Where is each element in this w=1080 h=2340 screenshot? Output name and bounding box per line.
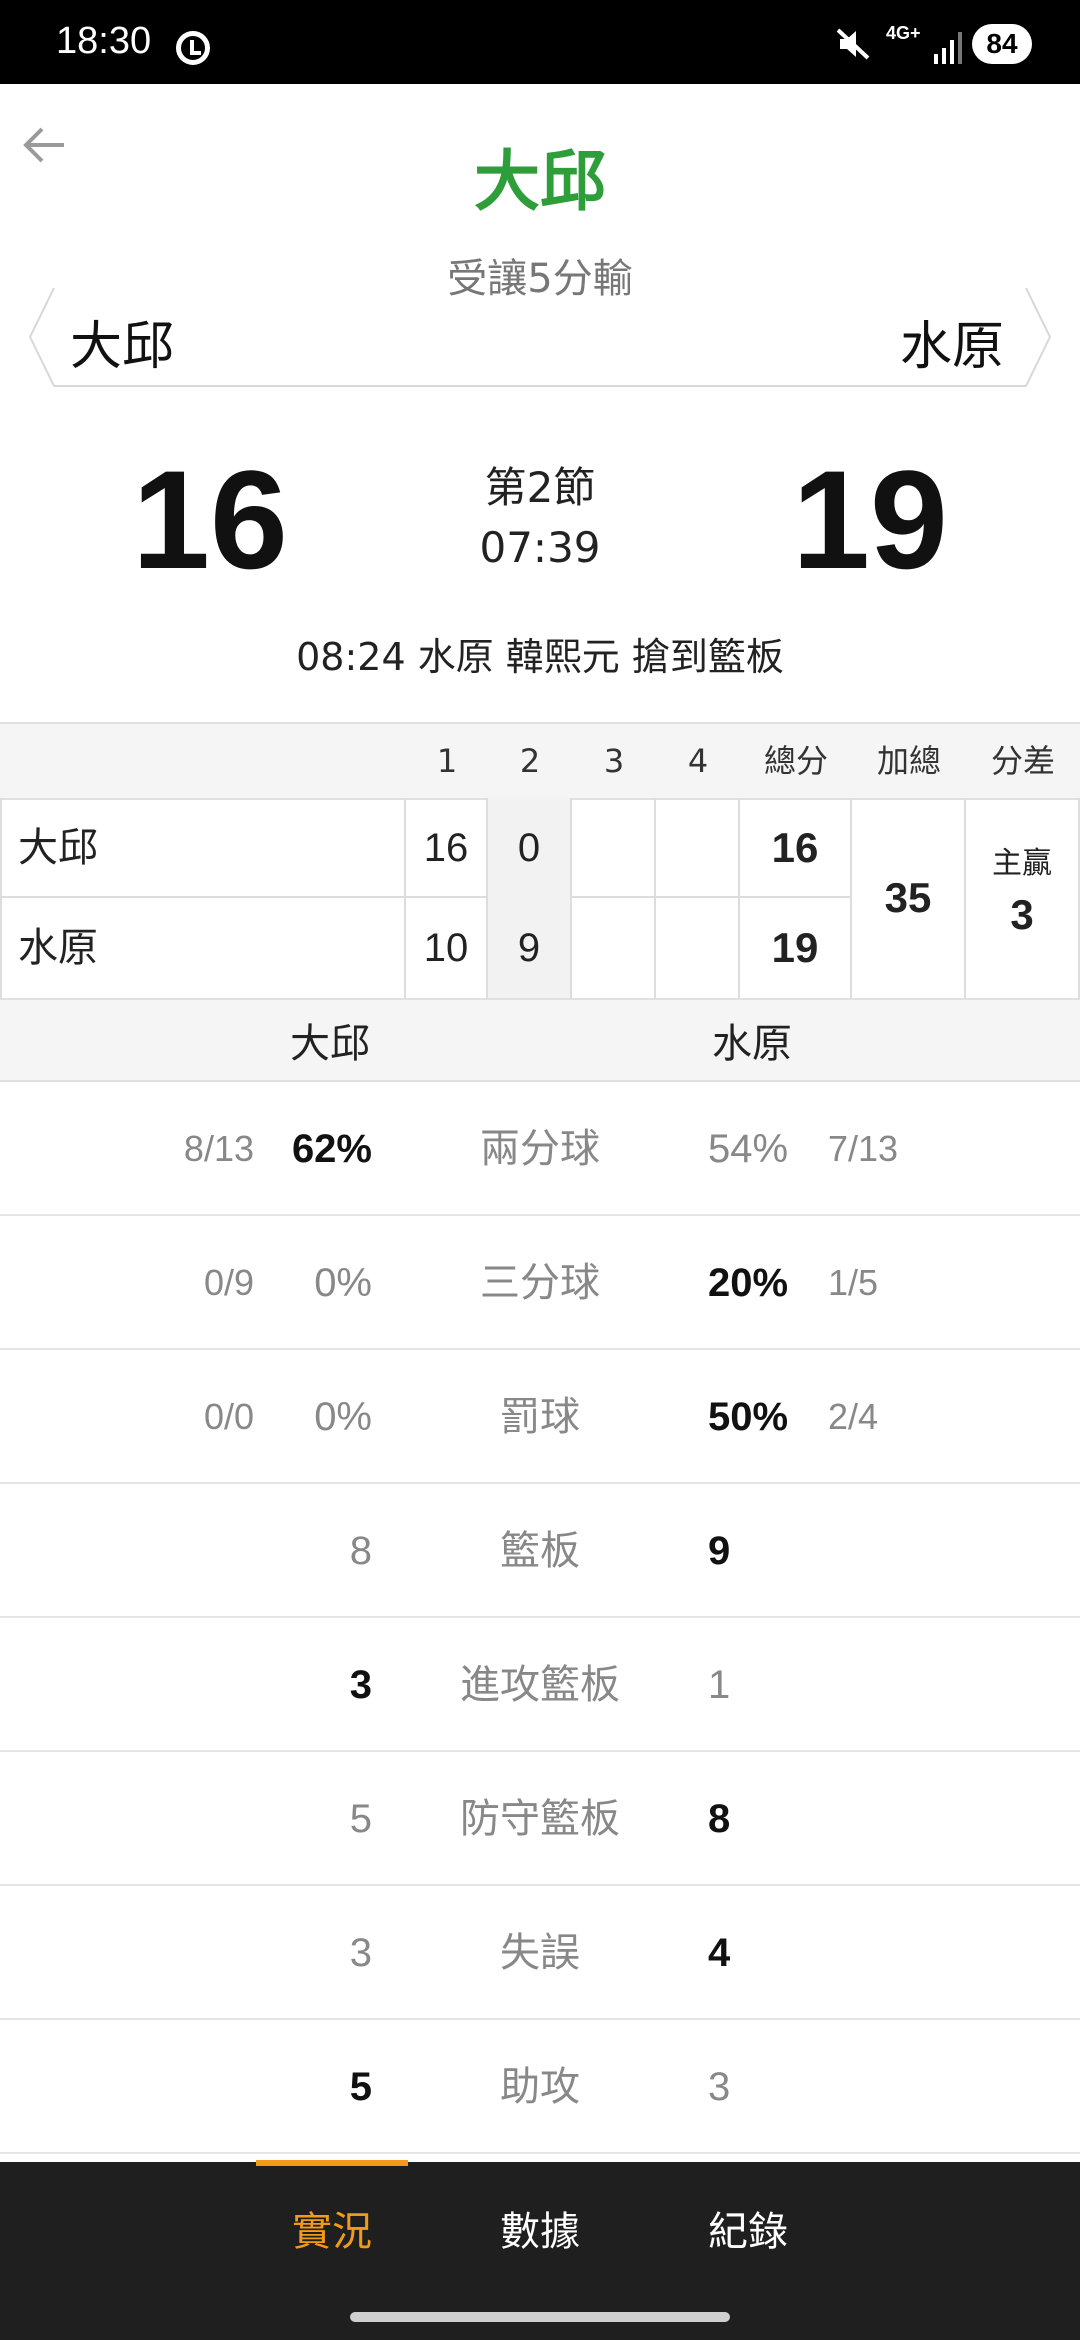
- stat-row-turnovers: 3 失誤 4: [0, 1886, 1080, 2020]
- stat-home-fraction: 0/0: [203, 1396, 254, 1437]
- tab-data[interactable]: 數據: [440, 2200, 640, 2264]
- quarter-table-header: 1 2 3 4 總分 加總 分差: [0, 722, 1080, 800]
- home-score: 16: [132, 441, 288, 598]
- stat-home-fraction: 0/9: [203, 1262, 254, 1303]
- header-q2: 2: [519, 742, 541, 780]
- stat-home-value: 5: [349, 1797, 372, 1841]
- stat-away-value: 1: [708, 1663, 731, 1707]
- diff-label: 主贏: [992, 846, 1052, 881]
- latest-play: 08:24 水原 韓熙元 搶到籃板: [296, 635, 784, 679]
- header-q1: 1: [436, 742, 458, 780]
- home-gesture-bar[interactable]: [350, 2312, 730, 2322]
- stat-away-value: 4: [708, 1931, 731, 1975]
- stat-home-value: 3: [349, 1663, 372, 1707]
- mute-icon: [836, 28, 870, 60]
- active-tab-indicator: [256, 2160, 408, 2166]
- stat-row-three-pointers: 0/9 0% 三分球 20% 1/5: [0, 1216, 1080, 1350]
- away-q1: 10: [423, 926, 469, 970]
- tab-records[interactable]: 紀錄: [648, 2200, 848, 2264]
- signal-icon: [934, 32, 962, 64]
- home-team-name: 大邱: [70, 317, 175, 377]
- stat-home-value: 62%: [291, 1127, 372, 1171]
- quarter-table: 大邱 16 0 16 水原 10 9 19 35 主贏 3: [0, 798, 1080, 1000]
- status-bar: 18:30 4G+ 84: [0, 0, 1080, 84]
- stat-row-free-throws: 0/0 0% 罰球 50% 2/4: [0, 1350, 1080, 1484]
- stat-row-two-pointers: 8/13 62% 兩分球 54% 7/13: [0, 1082, 1080, 1216]
- network-type: 4G+: [886, 23, 921, 43]
- diff-value: 3: [1010, 891, 1034, 938]
- header-q3: 3: [603, 742, 625, 780]
- stat-row-offensive-rebounds: 3 進攻籃板 1: [0, 1618, 1080, 1752]
- stat-away-value: 20%: [708, 1261, 789, 1305]
- column-divider: [654, 798, 656, 998]
- home-total: 16: [771, 824, 819, 871]
- stat-label: 防守籃板: [460, 1796, 620, 1842]
- column-divider: [0, 798, 2, 998]
- stat-away-value: 50%: [708, 1395, 789, 1439]
- stat-away-fraction: 7/13: [828, 1128, 899, 1169]
- stat-home-value: 8: [349, 1529, 372, 1573]
- combined-score: 35: [884, 874, 932, 921]
- status-time: 18:30: [56, 20, 152, 62]
- home-q1: 16: [423, 826, 469, 870]
- stat-away-fraction: 2/4: [828, 1396, 879, 1437]
- stat-label: 進攻籃板: [460, 1662, 620, 1708]
- away-q2: 9: [517, 926, 541, 970]
- stat-away-value: 3: [708, 2065, 731, 2109]
- away-total: 19: [771, 924, 819, 971]
- stat-row-assists: 5 助攻 3: [0, 2020, 1080, 2154]
- clock-app-icon: [176, 31, 210, 65]
- stat-away-fraction: 1/5: [828, 1262, 879, 1303]
- battery-level: 84: [972, 24, 1032, 64]
- stat-home-value: 5: [349, 2065, 372, 2109]
- stat-home-value: 0%: [314, 1261, 372, 1305]
- page-title: 大邱: [474, 143, 606, 220]
- stat-label: 失誤: [500, 1930, 580, 1976]
- tab-live[interactable]: 實況: [232, 2200, 432, 2264]
- header-total: 總分: [763, 742, 828, 780]
- game-clock: 07:39: [479, 523, 601, 572]
- header-q4: 4: [687, 742, 709, 780]
- table-row-team: 水原: [18, 925, 98, 971]
- stat-label: 助攻: [500, 2064, 580, 2110]
- stat-home-fraction: 8/13: [183, 1128, 254, 1169]
- stats-home-team: 大邱: [290, 1021, 370, 1067]
- game-period: 第2節: [484, 463, 596, 512]
- away-team-name: 水原: [900, 317, 1005, 377]
- stat-home-value: 3: [349, 1931, 372, 1975]
- stat-label: 籃板: [500, 1528, 580, 1574]
- table-row-team: 大邱: [18, 825, 98, 871]
- header-diff: 分差: [990, 742, 1055, 780]
- stat-away-value: 9: [708, 1529, 731, 1573]
- home-q2: 0: [517, 826, 541, 870]
- away-score: 19: [792, 441, 948, 598]
- stats-away-team: 水原: [712, 1021, 792, 1067]
- stat-away-value: 54%: [708, 1127, 789, 1171]
- stat-label: 三分球: [480, 1260, 600, 1306]
- stat-row-defensive-rebounds: 5 防守籃板 8: [0, 1752, 1080, 1886]
- stats-header: 大邱 水原: [0, 1000, 1080, 1082]
- column-divider: [570, 798, 572, 998]
- stat-label: 罰球: [500, 1394, 580, 1440]
- stat-away-value: 8: [708, 1797, 731, 1841]
- stat-row-rebounds: 8 籃板 9: [0, 1484, 1080, 1618]
- header-combined: 加總: [876, 742, 941, 780]
- stat-home-value: 0%: [314, 1395, 372, 1439]
- stat-label: 兩分球: [480, 1126, 600, 1172]
